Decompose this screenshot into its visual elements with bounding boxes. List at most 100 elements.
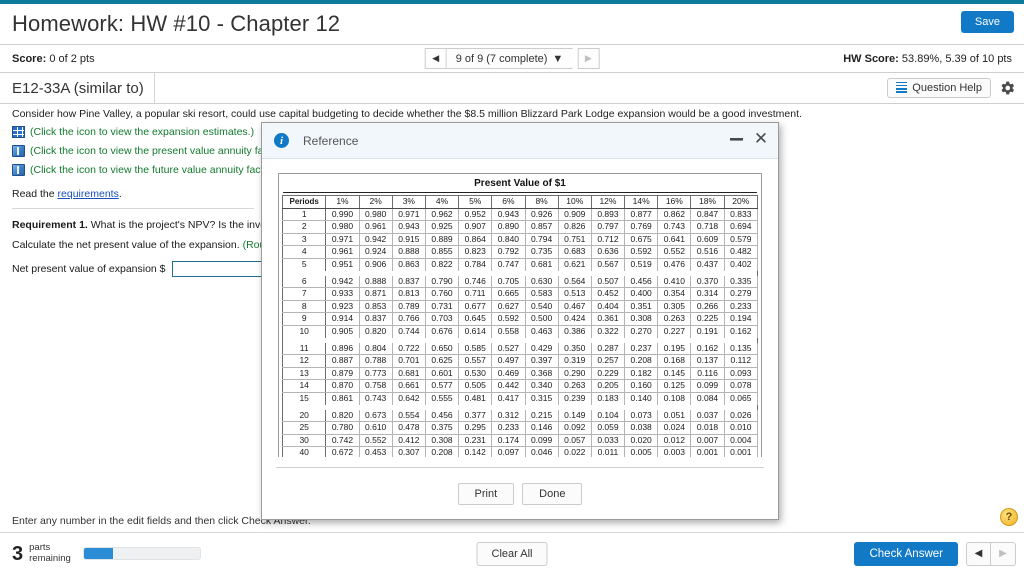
- pv-value-cell: 0.527: [491, 342, 526, 356]
- book-icon[interactable]: [12, 164, 25, 177]
- pv-value-cell: 0.402: [723, 257, 759, 271]
- pv-value-cell: 0.237: [624, 342, 659, 356]
- minimize-icon[interactable]: [728, 130, 744, 148]
- pv-value-cell: 0.567: [590, 257, 626, 271]
- check-answer-button[interactable]: Check Answer: [854, 541, 958, 566]
- pv-value-cell: 0.295: [458, 421, 493, 435]
- pv-value-cell: 0.135: [723, 342, 759, 356]
- section-divider: [12, 208, 254, 210]
- pv-value-cell: 0.084: [690, 391, 725, 405]
- pv-value-cell: 0.442: [491, 379, 526, 393]
- pv-value-cell: 0.924: [358, 245, 393, 259]
- pv-value-cell: 0.758: [358, 379, 393, 393]
- pv-value-cell: 0.208: [424, 446, 460, 457]
- pv-value-cell: 0.497: [491, 354, 526, 368]
- close-icon[interactable]: ✕: [752, 129, 770, 148]
- pager-prev-button[interactable]: ◀: [424, 48, 447, 69]
- pv-value-cell: 0.961: [325, 245, 360, 259]
- pv-value-cell: 0.257: [590, 354, 626, 368]
- pv-value-cell: 0.896: [325, 342, 360, 356]
- table-row: 13 0.879 0.773 0.681 0.601 0.530 0.469 0.368 0.2…: [281, 366, 759, 381]
- clear-all-button[interactable]: Clear All: [476, 541, 548, 566]
- pv-value-cell: 0.319: [557, 354, 592, 368]
- pv-value-cell: 0.766: [391, 312, 426, 326]
- pager-next-button[interactable]: ▶: [577, 48, 600, 69]
- progress-bar: [82, 547, 201, 560]
- pv-value-cell: 0.820: [325, 409, 360, 423]
- pv-value-cell: 0.183: [590, 391, 626, 405]
- print-button[interactable]: Print: [457, 482, 515, 505]
- pv-value-cell: 0.951: [325, 257, 360, 271]
- pv-value-cell: 0.701: [391, 354, 426, 368]
- pv-value-cell: 0.760: [424, 287, 460, 301]
- footer-bar: 3 parts remaining Clear All Check Answer…: [0, 533, 1024, 574]
- pv-value-cell: 0.046: [524, 446, 559, 457]
- pv-period-cell: 12: [281, 354, 327, 368]
- pv-value-cell: 0.888: [358, 275, 393, 289]
- pv-value-cell: 0.467: [557, 299, 592, 314]
- footer-prev-button[interactable]: ◀: [966, 541, 991, 566]
- pv-value-cell: 0.065: [723, 391, 759, 405]
- pv-value-cell: 0.926: [524, 208, 559, 222]
- pv-value-cell: 0.915: [391, 232, 426, 247]
- pv-col-header: 6%: [491, 195, 526, 209]
- chevron-down-icon: ▼: [552, 52, 564, 65]
- pv-value-cell: 0.743: [358, 391, 393, 405]
- pv-value-cell: 0.093: [723, 366, 759, 381]
- pv-value-cell: 0.735: [524, 245, 559, 259]
- pv-value-cell: 0.307: [391, 446, 426, 457]
- pv-value-cell: 0.980: [325, 220, 360, 234]
- requirements-link[interactable]: requirements: [58, 188, 119, 200]
- pv-value-cell: 0.862: [657, 208, 692, 222]
- pv-col-header: 12%: [590, 195, 626, 209]
- pv-value-cell: 0.361: [590, 312, 626, 326]
- pv-value-cell: 0.354: [657, 287, 692, 301]
- reference-link-label[interactable]: (Click the icon to view the expansion es…: [30, 126, 254, 138]
- pv-value-cell: 0.933: [325, 287, 360, 301]
- question-help-button[interactable]: Question Help: [887, 78, 991, 98]
- pv-value-cell: 0.742: [325, 433, 360, 448]
- hw-score-text: HW Score: 53.89%, 5.39 of 10 pts: [843, 53, 1012, 65]
- pv-value-cell: 0.962: [424, 208, 460, 222]
- pager-dropdown[interactable]: 9 of 9 (7 complete) ▼: [446, 48, 573, 69]
- app-root: Homework: HW #10 - Chapter 12 Save Score…: [0, 0, 1024, 574]
- pv-value-cell: 0.108: [657, 391, 692, 405]
- done-button[interactable]: Done: [522, 482, 583, 505]
- pv-value-cell: 0.579: [723, 232, 759, 247]
- parts-count: 3: [12, 542, 24, 565]
- npv-answer-input[interactable]: [171, 261, 262, 278]
- pv-value-cell: 0.125: [657, 379, 692, 393]
- pv-period-cell: 30: [281, 433, 327, 448]
- pv-value-cell: 0.287: [590, 342, 626, 356]
- table-row: 4 0.961 0.924 0.888 0.855 0.823 0.792 0.735 0.68…: [281, 245, 759, 259]
- modal-footer: Print Done: [276, 467, 764, 519]
- pv-value-cell: 0.564: [557, 275, 592, 289]
- pv-value-cell: 0.112: [723, 354, 759, 368]
- table-grid-icon[interactable]: [12, 126, 25, 139]
- pv-value-cell: 0.676: [424, 324, 460, 338]
- footer-next-button[interactable]: ▶: [991, 541, 1016, 566]
- hw-score-value: 53.89%, 5.39 of 10 pts: [901, 52, 1012, 65]
- pv-value-cell: 0.552: [358, 433, 393, 448]
- book-icon[interactable]: [12, 145, 25, 158]
- pv-value-cell: 0.788: [358, 354, 393, 368]
- pv-period-cell: 20: [281, 409, 327, 423]
- footer-nav: ◀ ▶: [966, 541, 1016, 566]
- pv-value-cell: 0.942: [358, 232, 393, 247]
- table-row: 11 0.896 0.804 0.722 0.650 0.585 0.527 0.429 0.3…: [281, 342, 759, 356]
- pv-value-cell: 0.397: [524, 354, 559, 368]
- pv-value-cell: 0.847: [690, 208, 725, 222]
- pv-value-cell: 0.642: [391, 391, 426, 405]
- table-row: 8 0.923 0.853 0.789 0.731 0.677 0.627 0.540 0.46…: [281, 299, 759, 314]
- gear-icon[interactable]: [998, 79, 1016, 97]
- pv-value-cell: 0.942: [325, 275, 360, 289]
- pv-value-cell: 0.351: [624, 299, 659, 314]
- list-icon: [896, 81, 908, 95]
- pv-value-cell: 0.751: [557, 232, 592, 247]
- help-icon[interactable]: ?: [1000, 508, 1018, 526]
- pv-value-cell: 0.925: [424, 220, 460, 234]
- pv-value-cell: 0.822: [424, 257, 460, 271]
- pv-value-cell: 0.694: [723, 220, 759, 234]
- save-button[interactable]: Save: [960, 11, 1014, 33]
- pv-value-cell: 0.675: [624, 232, 659, 247]
